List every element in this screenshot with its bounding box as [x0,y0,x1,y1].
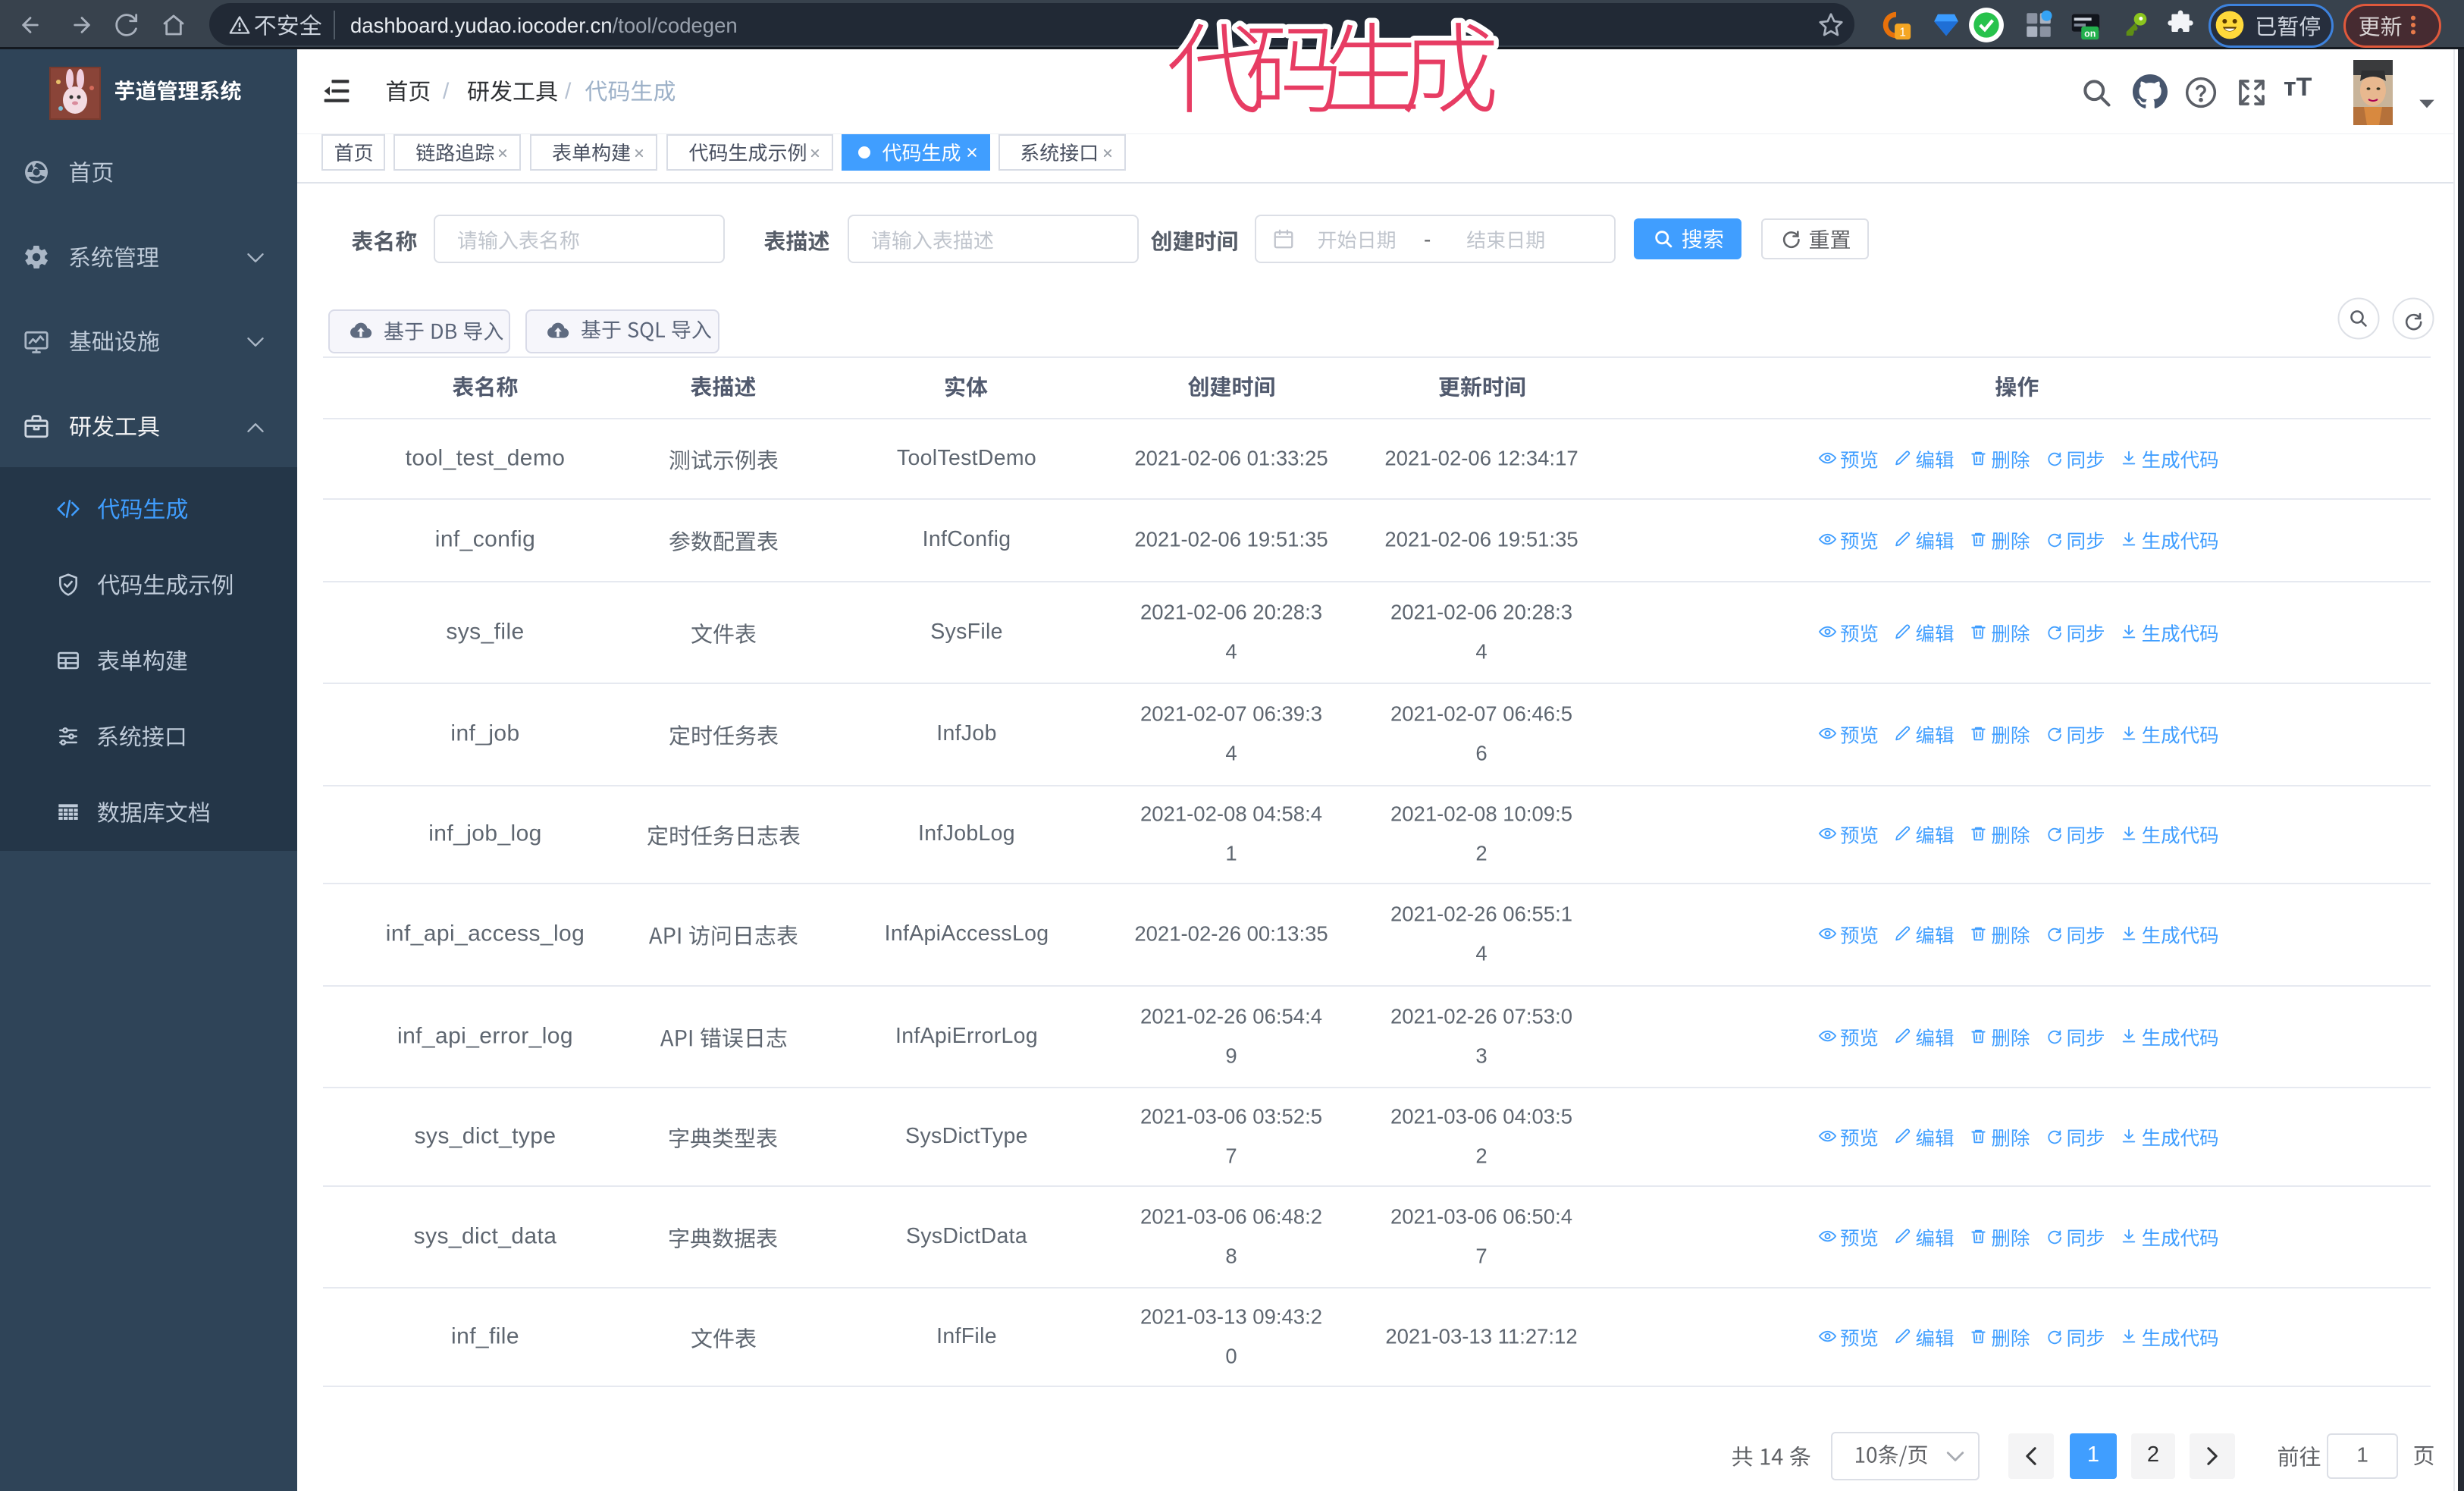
svg-text:1: 1 [1899,26,1906,39]
svg-text:on: on [2084,28,2096,39]
